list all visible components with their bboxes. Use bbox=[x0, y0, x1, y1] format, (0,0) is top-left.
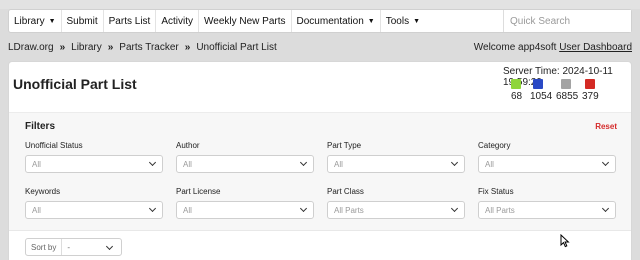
page-title: Unofficial Part List bbox=[13, 76, 137, 92]
nav-library-label: Library bbox=[14, 15, 45, 27]
status-count-green: 68 bbox=[511, 91, 523, 102]
top-strip bbox=[0, 0, 640, 9]
nav-parts-list-label: Parts List bbox=[108, 15, 151, 27]
filter-label-author: Author bbox=[176, 141, 200, 150]
filter-fix-status-value: All Parts bbox=[485, 205, 515, 215]
nav-parts-list[interactable]: Parts List bbox=[104, 10, 157, 32]
reset-filters-button[interactable]: Reset bbox=[595, 122, 617, 131]
nav-activity-label: Activity bbox=[161, 15, 193, 27]
filter-author-select[interactable]: All bbox=[176, 155, 314, 173]
filter-part-type-value: All bbox=[334, 159, 343, 169]
filter-label-fix-status: Fix Status bbox=[478, 187, 514, 196]
filter-label-part-class: Part Class bbox=[327, 187, 364, 196]
filter-label-category: Category bbox=[478, 141, 511, 150]
breadcrumb-separator: » bbox=[184, 41, 191, 53]
filter-category-value: All bbox=[485, 159, 494, 169]
filter-fix-status-select[interactable]: All Parts bbox=[478, 201, 616, 219]
status-swatch-green bbox=[511, 79, 521, 89]
breadcrumb-item-ldraw[interactable]: LDraw.org bbox=[8, 42, 54, 53]
welcome-text: Welcome app4soft bbox=[473, 41, 557, 53]
status-count-gray: 6855 bbox=[556, 91, 579, 102]
nav-library[interactable]: Library ▼ bbox=[9, 10, 62, 32]
status-swatch-blue bbox=[533, 79, 543, 89]
breadcrumb-item-current: Unofficial Part List bbox=[196, 41, 277, 53]
caret-down-icon: ▼ bbox=[48, 17, 56, 25]
filter-label-part-license: Part License bbox=[176, 187, 221, 196]
filter-unofficial-status-select[interactable]: All bbox=[25, 155, 163, 173]
user-dashboard-link[interactable]: User Dashboard bbox=[559, 42, 632, 53]
breadcrumb-item-library[interactable]: Library bbox=[71, 42, 102, 53]
chevron-down-icon bbox=[105, 242, 114, 251]
welcome-message: Welcome app4soft User Dashboard bbox=[474, 42, 632, 53]
nav-documentation[interactable]: Documentation ▼ bbox=[292, 10, 381, 32]
breadcrumb: LDraw.org » Library » Parts Tracker » Un… bbox=[8, 40, 632, 54]
breadcrumb-separator: » bbox=[107, 41, 114, 53]
filter-author-value: All bbox=[183, 159, 192, 169]
filters-panel: Filters Reset Unofficial Status All Auth… bbox=[9, 112, 631, 230]
filter-label-unofficial-status: Unofficial Status bbox=[25, 141, 83, 150]
nav-tools[interactable]: Tools ▼ bbox=[381, 10, 425, 32]
nav-weekly-new-parts-label: Weekly New Parts bbox=[204, 15, 286, 27]
sort-by-value: - bbox=[67, 242, 71, 252]
filter-label-part-type: Part Type bbox=[327, 141, 362, 150]
chevron-down-icon bbox=[601, 158, 610, 167]
chevron-down-icon bbox=[148, 204, 157, 213]
nav-submit[interactable]: Submit bbox=[62, 10, 104, 32]
status-swatch-gray bbox=[561, 79, 571, 89]
main-panel: Unofficial Part List Server Time: 2024-1… bbox=[8, 61, 632, 260]
filter-part-license-value: All bbox=[183, 205, 192, 215]
filter-part-type-select[interactable]: All bbox=[327, 155, 465, 173]
chevron-down-icon bbox=[450, 158, 459, 167]
caret-down-icon: ▼ bbox=[367, 17, 375, 25]
chevron-down-icon bbox=[299, 204, 308, 213]
sort-by-label: Sort by bbox=[26, 239, 63, 255]
status-counts: 68 1054 6855 379 bbox=[503, 78, 633, 102]
nav-activity[interactable]: Activity bbox=[156, 10, 199, 32]
filter-part-license-select[interactable]: All bbox=[176, 201, 314, 219]
filter-unofficial-status-value: All bbox=[32, 159, 41, 169]
breadcrumb-item-parts-tracker[interactable]: Parts Tracker bbox=[119, 42, 178, 53]
nav-weekly-new-parts[interactable]: Weekly New Parts bbox=[199, 10, 292, 32]
sort-by-select[interactable]: Sort by - bbox=[25, 238, 122, 256]
quick-search-input[interactable] bbox=[503, 10, 631, 32]
status-swatch-red bbox=[585, 79, 595, 89]
filter-label-keywords: Keywords bbox=[25, 187, 61, 196]
main-navbar: Library ▼ Submit Parts List Activity Wee… bbox=[8, 9, 632, 33]
nav-tools-label: Tools bbox=[385, 15, 410, 27]
chevron-down-icon bbox=[299, 158, 308, 167]
breadcrumb-separator: » bbox=[59, 41, 66, 53]
filter-category-select[interactable]: All bbox=[478, 155, 616, 173]
filters-heading: Filters bbox=[25, 121, 56, 132]
nav-submit-label: Submit bbox=[66, 15, 98, 27]
nav-documentation-label: Documentation bbox=[296, 15, 364, 27]
status-count-blue: 1054 bbox=[530, 91, 553, 102]
chevron-down-icon bbox=[148, 158, 157, 167]
sort-row: Sort by - bbox=[9, 230, 631, 260]
status-count-red: 379 bbox=[582, 91, 599, 102]
filter-part-class-select[interactable]: All Parts bbox=[327, 201, 465, 219]
mouse-cursor-icon bbox=[560, 234, 570, 248]
chevron-down-icon bbox=[601, 204, 610, 213]
filter-part-class-value: All Parts bbox=[334, 205, 364, 215]
chevron-down-icon bbox=[450, 204, 459, 213]
filter-keywords-value: All bbox=[32, 205, 41, 215]
filter-keywords-select[interactable]: All bbox=[25, 201, 163, 219]
caret-down-icon: ▼ bbox=[413, 17, 421, 25]
